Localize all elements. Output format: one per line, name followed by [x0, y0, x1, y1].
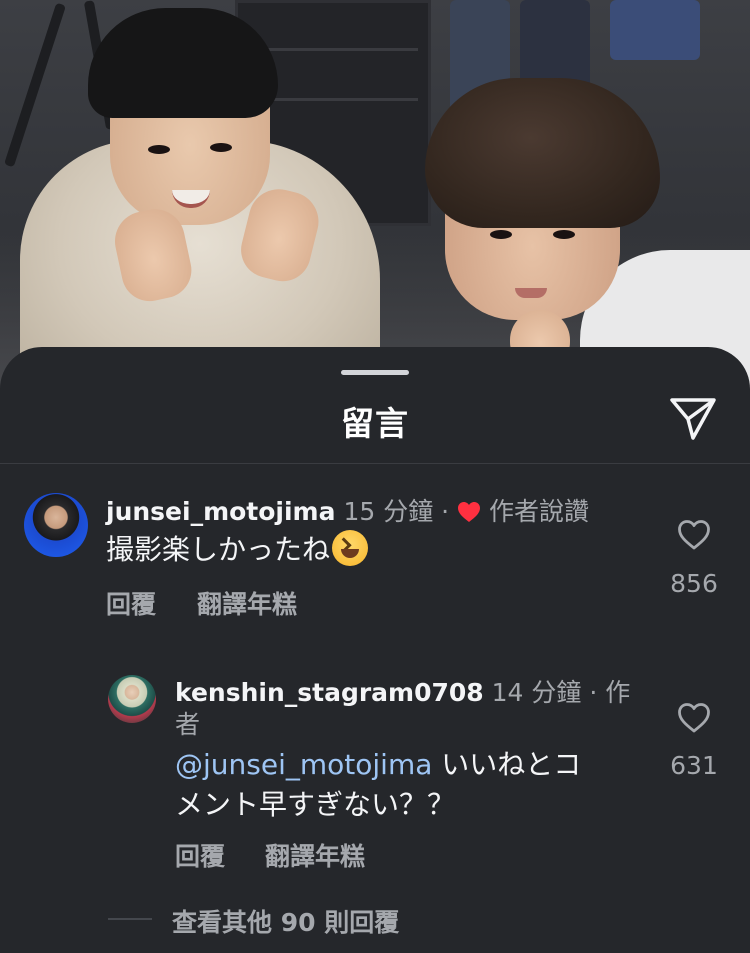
comment-time: 14 分鐘	[491, 678, 582, 707]
view-replies-line	[108, 918, 152, 920]
separator-dot: ·	[441, 497, 450, 526]
post-photo	[0, 0, 750, 400]
sheet-title: 留言	[341, 404, 409, 443]
translate-button[interactable]: 翻譯年糕	[197, 585, 297, 621]
comment-text: 撮影楽しかったね	[106, 530, 369, 570]
comment-text-content: いいねとコ	[432, 748, 582, 781]
avatar[interactable]	[24, 493, 88, 557]
background-bag	[610, 0, 700, 60]
author-tag: 作	[605, 678, 631, 707]
comment-username[interactable]: junsei_motojima	[106, 497, 335, 526]
person-right-hair	[425, 78, 660, 228]
comment-text-content: 撮影楽しかったね	[106, 533, 331, 566]
like-count: 631	[670, 751, 718, 780]
header-divider	[0, 463, 750, 464]
reply-button[interactable]: 回覆	[175, 837, 225, 873]
comment-text: @junsei_motojima いいねとコ メント早すぎない？？	[175, 745, 581, 825]
comment-meta: junsei_motojima 15 分鐘 · 作者說讚	[106, 492, 589, 528]
avatar[interactable]	[108, 675, 156, 723]
red-heart-icon	[458, 502, 481, 522]
tripod-leg	[3, 2, 67, 168]
comment-meta: kenshin_stagram0708 14 分鐘 · 作	[175, 673, 630, 709]
like-count: 856	[670, 569, 718, 598]
person-left-hair	[88, 8, 278, 118]
comment-text-content: メント早すぎない？？	[175, 788, 456, 821]
comment-username[interactable]: kenshin_stagram0708	[175, 678, 484, 707]
view-more-replies-button[interactable]: 查看其他 90 則回覆	[172, 903, 399, 939]
author-liked-label: 作者說讚	[489, 497, 590, 526]
comment-time: 15 分鐘	[343, 497, 434, 526]
share-send-icon[interactable]	[669, 397, 717, 441]
drag-handle[interactable]	[341, 370, 409, 375]
separator-dot: ·	[589, 678, 598, 707]
author-tag-continued: 者	[175, 710, 201, 739]
laughing-emoji-icon	[332, 530, 369, 566]
reply-button[interactable]: 回覆	[106, 585, 156, 621]
translate-button[interactable]: 翻譯年糕	[265, 837, 365, 873]
heart-icon[interactable]	[677, 519, 711, 551]
comments-sheet: 留言 junsei_motojima 15 分鐘 · 作者說讚 撮影楽しかったね…	[0, 347, 750, 953]
heart-icon[interactable]	[677, 702, 711, 734]
mention-link[interactable]: @junsei_motojima	[175, 748, 432, 781]
